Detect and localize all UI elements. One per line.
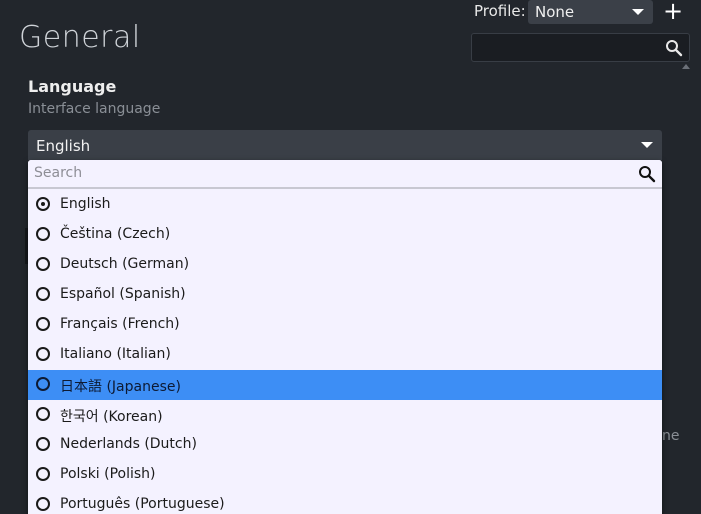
profile-select-value: None [535, 3, 575, 21]
language-option-label: Français (French) [60, 316, 180, 332]
page-title: General [19, 20, 141, 55]
profile-select[interactable]: None [528, 0, 653, 24]
language-option-label: Italiano (Italian) [60, 346, 171, 362]
language-option[interactable]: Français (French) [28, 310, 662, 340]
language-option[interactable]: Polski (Polish) [28, 460, 662, 490]
language-option-label: 日本語 (Japanese) [60, 379, 181, 395]
language-option-label: Nederlands (Dutch) [60, 436, 197, 452]
language-option-label: Português (Portuguese) [60, 496, 225, 512]
radio-icon [36, 317, 50, 331]
language-option-label: English [60, 196, 111, 212]
language-select[interactable]: English [28, 130, 662, 160]
language-option-label: Čeština (Czech) [60, 226, 171, 242]
language-option-label: Español (Spanish) [60, 286, 186, 302]
language-option[interactable]: Nederlands (Dutch) [28, 430, 662, 460]
language-section-subtitle: Interface language [28, 101, 161, 117]
language-option[interactable]: Italiano (Italian) [28, 340, 662, 370]
language-dropdown: Search English Čeština (Czech) Deutsch (… [28, 160, 662, 514]
language-option[interactable]: Čeština (Czech) [28, 220, 662, 250]
radio-icon [36, 467, 50, 481]
language-option[interactable]: Deutsch (German) [28, 250, 662, 280]
search-icon [638, 165, 656, 187]
language-option[interactable]: 한국어 (Korean) [28, 400, 662, 430]
language-option[interactable]: Español (Spanish) [28, 280, 662, 310]
radio-icon [36, 407, 50, 421]
settings-window: General Profile: None + Language Interfa… [0, 0, 701, 514]
radio-icon [36, 437, 50, 451]
radio-icon [36, 227, 50, 241]
radio-icon [36, 347, 50, 361]
background-clipped-text: ne [662, 428, 680, 444]
language-select-value: English [36, 137, 91, 155]
dropdown-search-placeholder: Search [34, 165, 83, 181]
radio-icon [36, 377, 50, 391]
language-section-title: Language [28, 77, 117, 96]
radio-icon [36, 287, 50, 301]
chevron-down-icon [641, 142, 653, 148]
radio-icon [36, 497, 50, 511]
search-icon [665, 39, 683, 61]
settings-search-input[interactable] [471, 33, 690, 62]
language-option[interactable]: English [28, 190, 662, 220]
language-option-label: Polski (Polish) [60, 466, 156, 482]
radio-icon [36, 257, 50, 271]
language-option-label: Deutsch (German) [60, 256, 190, 272]
chevron-down-icon [632, 9, 644, 15]
language-option[interactable]: 日本語 (Japanese) [28, 370, 662, 400]
language-option-label: 한국어 (Korean) [60, 409, 163, 425]
radio-icon [36, 197, 50, 211]
profile-label: Profile: [474, 2, 526, 20]
dropdown-search-input[interactable]: Search [28, 160, 662, 189]
add-profile-button[interactable]: + [661, 0, 685, 24]
language-option[interactable]: Português (Portuguese) [28, 490, 662, 514]
scroll-up-arrow-icon[interactable] [682, 64, 690, 69]
